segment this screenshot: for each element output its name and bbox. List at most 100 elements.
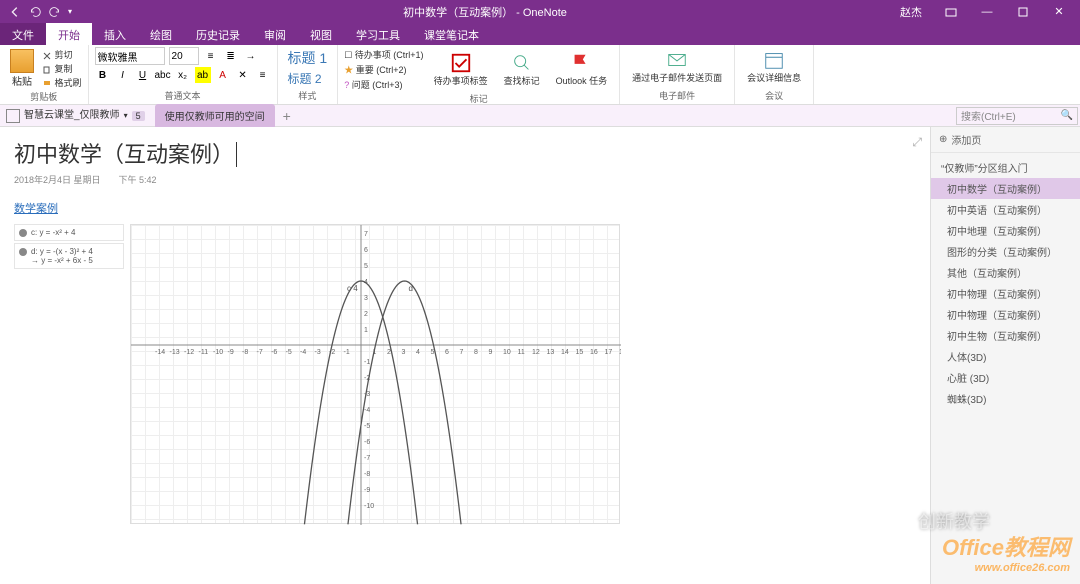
email-page-button[interactable]: 通过电子邮件发送页面: [626, 47, 728, 86]
style-heading1[interactable]: 标题 1: [284, 47, 332, 69]
clear-format-button[interactable]: ✕: [235, 67, 251, 83]
tag-todo[interactable]: ☐ 待办事项 (Ctrl+1): [344, 47, 423, 62]
notebook-nav[interactable]: 智慧云课堂_仅限教师 ▾ 5: [0, 109, 151, 123]
ribbon-display-icon[interactable]: [934, 0, 968, 23]
svg-text:2: 2: [387, 349, 391, 356]
italic-button[interactable]: I: [115, 67, 131, 83]
list-bullets-icon[interactable]: ≡: [203, 48, 219, 64]
group-styles: 标题 1 标题 2 样式: [278, 45, 339, 104]
back-icon[interactable]: [8, 5, 22, 19]
svg-text:-11: -11: [199, 349, 209, 356]
page-list-item[interactable]: 人体(3D): [931, 346, 1080, 367]
maximize-icon[interactable]: [1006, 0, 1040, 23]
equation-list: c: y = -x² + 4 d: y = -(x - 3)² + 4 → y …: [14, 224, 124, 524]
add-section-button[interactable]: +: [275, 108, 299, 124]
svg-text:-4: -4: [300, 349, 306, 356]
underline-button[interactable]: U: [135, 67, 151, 83]
section-tab[interactable]: 使用仅教师可用的空间: [155, 104, 275, 127]
undo-icon[interactable]: [28, 5, 42, 19]
user-name[interactable]: 赵杰: [890, 4, 932, 20]
paste-button[interactable]: 粘贴: [6, 47, 38, 90]
minimize-icon[interactable]: —: [970, 0, 1004, 23]
search-input[interactable]: 搜索(Ctrl+E) 🔍: [956, 107, 1078, 125]
tab-draw[interactable]: 绘图: [138, 23, 184, 45]
search-tag-icon: [511, 52, 533, 74]
svg-text:8: 8: [474, 349, 478, 356]
case-link[interactable]: 数学案例: [14, 200, 58, 216]
add-page-button[interactable]: ⊕ 添加页: [931, 127, 1080, 153]
page-list-item[interactable]: 图形的分类（互动案例）: [931, 241, 1080, 262]
page-list-item[interactable]: 其他（互动案例）: [931, 262, 1080, 283]
strike-button[interactable]: abc: [155, 67, 171, 83]
svg-text:-9: -9: [228, 349, 234, 356]
page-list-item[interactable]: 心脏 (3D): [931, 367, 1080, 388]
subscript-button[interactable]: x₂: [175, 67, 191, 83]
font-color-button[interactable]: A: [215, 67, 231, 83]
page-list-item[interactable]: “仅教师”分区组入门: [931, 157, 1080, 178]
tab-home[interactable]: 开始: [46, 23, 92, 45]
svg-text:-5: -5: [364, 423, 370, 430]
bold-button[interactable]: B: [95, 67, 111, 83]
tab-view[interactable]: 视图: [298, 23, 344, 45]
notebook-icon: [6, 109, 20, 123]
list-numbers-icon[interactable]: ≣: [223, 48, 239, 64]
align-button[interactable]: ≡: [255, 67, 271, 83]
graph-plot[interactable]: -14-13-12-11-10-9-8-7-6-5-4-3-2-11234567…: [130, 224, 620, 524]
svg-text:13: 13: [547, 349, 555, 356]
equation-item[interactable]: d: y = -(x - 3)² + 4 → y = -x² + 6x - 5: [14, 243, 124, 269]
format-painter-button[interactable]: 格式刷: [42, 76, 82, 89]
todo-tag-button[interactable]: 待办事项标签: [428, 50, 494, 89]
flag-icon: [570, 52, 592, 74]
svg-text:1: 1: [364, 327, 368, 334]
equation-item[interactable]: c: y = -x² + 4: [14, 224, 124, 241]
svg-text:17: 17: [605, 349, 613, 356]
svg-text:-7: -7: [257, 349, 263, 356]
window-title: 初中数学（互动案例） - OneNote: [80, 4, 890, 20]
group-meeting: 会议详细信息 会议: [735, 45, 814, 104]
page-list-item[interactable]: 初中物理（互动案例）: [931, 283, 1080, 304]
chart-svg: -14-13-12-11-10-9-8-7-6-5-4-3-2-11234567…: [131, 225, 621, 525]
qat-dropdown-icon[interactable]: ▾: [68, 7, 72, 16]
svg-text:11: 11: [518, 349, 525, 356]
tab-file[interactable]: 文件: [0, 23, 46, 45]
svg-text:9: 9: [489, 349, 493, 356]
find-tags-button[interactable]: 查找标记: [498, 50, 546, 89]
tab-review[interactable]: 审阅: [252, 23, 298, 45]
font-name-select[interactable]: [95, 47, 165, 65]
paste-label: 粘贴: [12, 73, 32, 88]
cut-button[interactable]: 剪切: [42, 48, 82, 61]
style-heading2[interactable]: 标题 2: [284, 69, 332, 88]
tab-history[interactable]: 历史记录: [184, 23, 252, 45]
page-list-item[interactable]: 初中生物（互动案例）: [931, 325, 1080, 346]
indent-icon[interactable]: →: [243, 48, 259, 64]
page-list-item[interactable]: 蜘蛛(3D): [931, 388, 1080, 409]
checkbox-icon: [450, 52, 472, 74]
font-size-select[interactable]: [169, 47, 199, 65]
page-list-item[interactable]: 初中地理（互动案例）: [931, 220, 1080, 241]
tab-insert[interactable]: 插入: [92, 23, 138, 45]
tab-learning[interactable]: 学习工具: [344, 23, 412, 45]
meeting-details-button[interactable]: 会议详细信息: [741, 47, 807, 86]
group-clipboard: 粘贴 剪切 复制 格式刷 剪贴板: [0, 45, 89, 104]
svg-text:-1: -1: [364, 359, 370, 366]
page-content[interactable]: ⤢ 初中数学（互动案例） 2018年2月4日 星期日下午 5:42 数学案例 c…: [0, 127, 930, 584]
svg-text:7: 7: [460, 349, 464, 356]
redo-icon[interactable]: [48, 5, 62, 19]
tag-important[interactable]: ★ 重要 (Ctrl+2): [344, 62, 423, 77]
ribbon: 粘贴 剪切 复制 格式刷 剪贴板 ≡ ≣ → B I U abc: [0, 45, 1080, 105]
expand-icon[interactable]: ⤢: [912, 135, 922, 150]
page-list-item[interactable]: 初中数学（互动案例）: [931, 178, 1080, 199]
calendar-icon: [763, 49, 785, 71]
copy-button[interactable]: 复制: [42, 62, 82, 75]
page-list-item[interactable]: 初中物理（互动案例）: [931, 304, 1080, 325]
page-list-item[interactable]: 初中英语（互动案例）: [931, 199, 1080, 220]
svg-text:-13: -13: [170, 349, 180, 356]
tag-question[interactable]: ? 问题 (Ctrl+3): [344, 77, 423, 92]
page-title[interactable]: 初中数学（互动案例）: [14, 137, 916, 169]
tab-classnb[interactable]: 课堂笔记本: [412, 23, 491, 45]
close-icon[interactable]: ✕: [1042, 0, 1076, 23]
highlight-button[interactable]: ab: [195, 67, 211, 83]
clipboard-group-label: 剪贴板: [6, 90, 82, 103]
outlook-tasks-button[interactable]: Outlook 任务: [550, 50, 614, 89]
svg-text:-6: -6: [364, 439, 370, 446]
